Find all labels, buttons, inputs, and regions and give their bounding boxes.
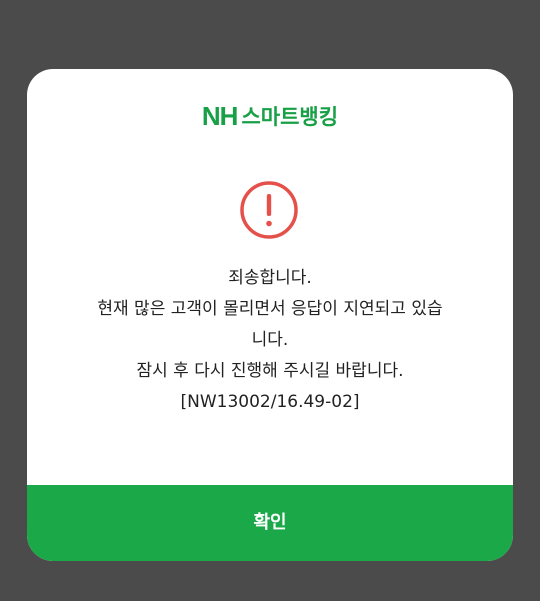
logo-service-name: 스마트뱅킹: [241, 105, 339, 129]
error-message: 죄송합니다. 현재 많은 고객이 몰리면서 응답이 지연되고 있습 니다. 잠시…: [47, 263, 493, 418]
error-code: [NW13002/16.49-02]: [180, 392, 360, 412]
message-line: 니다.: [251, 330, 289, 350]
confirm-button[interactable]: 확인: [27, 485, 513, 561]
nh-smartbanking-logo: NH 스마트뱅킹: [27, 103, 513, 130]
message-line: 현재 많은 고객이 몰리면서 응답이 지연되고 있습: [97, 299, 443, 319]
message-line: 죄송합니다.: [228, 268, 312, 288]
alert-circle-icon: [240, 181, 298, 239]
message-line: 잠시 후 다시 진행해 주시길 바랍니다.: [136, 361, 404, 381]
logo-brand: NH: [201, 101, 239, 131]
error-dialog: NH 스마트뱅킹 죄송합니다. 현재 많은 고객이 몰리면서 응답이 지연되고 있…: [27, 69, 513, 561]
